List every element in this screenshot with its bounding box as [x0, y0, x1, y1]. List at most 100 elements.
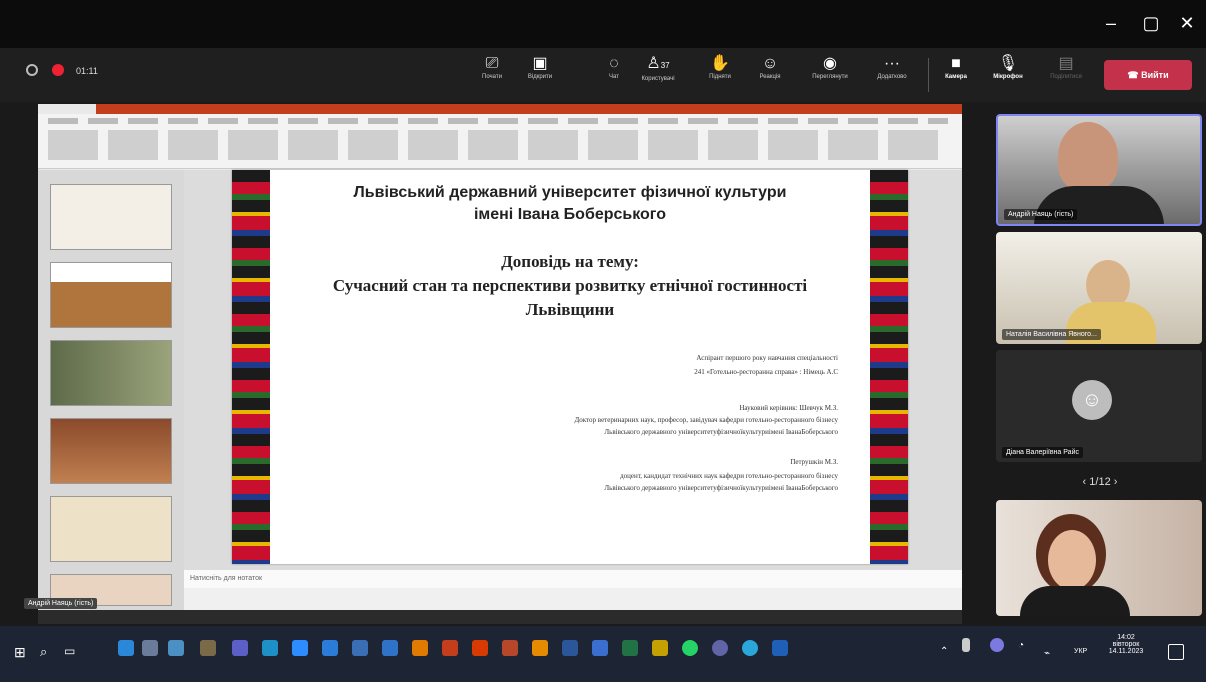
whatsapp-taskbar-icon[interactable] — [682, 640, 698, 656]
avatar: ☺ — [1072, 380, 1112, 420]
close-icon[interactable]: ✕ — [1174, 10, 1200, 36]
notifications-icon[interactable] — [1168, 644, 1184, 660]
task-view-icon[interactable]: ▭ — [64, 644, 75, 658]
taskbar-app-icon[interactable] — [262, 640, 278, 656]
taskbar-app-icon[interactable] — [352, 640, 368, 656]
share-screen-icon: ⎚ — [485, 55, 499, 72]
chevron-right-icon[interactable]: › — [1111, 476, 1118, 488]
slide-thumbnail[interactable] — [50, 496, 172, 562]
taskbar-app-icon[interactable] — [412, 640, 428, 656]
participant-pager[interactable]: ‹ 1/12 › — [1040, 476, 1160, 492]
meeting-toolbar: 01:11 ⎚ Почати ▣ Відкрити ◌ Чат ♙37 Користув… — [0, 48, 1206, 102]
rooms-icon: ◉ — [823, 55, 837, 72]
ribbon-tabs[interactable] — [48, 118, 948, 124]
participant-tile[interactable]: Наталія Василівна Явного... — [996, 232, 1202, 344]
reviewer-line2: доцент, кандидат технічних наук кафедри … — [620, 472, 838, 480]
network-icon[interactable]: ⌁ — [1044, 648, 1050, 659]
taskbar-app-icon[interactable] — [168, 640, 184, 656]
language-indicator[interactable]: УКР — [1074, 648, 1087, 655]
status-circle-icon — [26, 64, 38, 76]
excel-taskbar-icon[interactable] — [622, 640, 638, 656]
taskbar-app-icon[interactable] — [142, 640, 158, 656]
topic-line2: Львівщини — [525, 300, 615, 319]
embroidery-border-right — [870, 170, 908, 564]
maximize-icon[interactable]: ▢ — [1138, 10, 1164, 36]
chrome-taskbar-icon[interactable] — [652, 640, 668, 656]
participant-tile[interactable]: ☺ Діана Валеріївна Райс — [996, 350, 1202, 462]
mic-tray-icon[interactable] — [962, 638, 970, 652]
recording-icon — [52, 64, 64, 76]
topic-line1: Сучасний стан та перспективи розвитку ет… — [332, 276, 808, 295]
people-count: 37 — [660, 61, 670, 70]
notes-pane[interactable]: Натисніть для нотаток — [184, 570, 962, 588]
reviewer-line1: Петрушкін М.З. — [790, 458, 838, 466]
participant-video-body — [1034, 186, 1164, 224]
participant-name: Андрій Наяць (гість) — [1004, 209, 1078, 220]
mic-button[interactable]: 🎙 Мікрофон — [986, 54, 1030, 96]
supervisor-line1: Науковий керівник: Шевчук М.З. — [739, 404, 838, 412]
shared-screen-taskbar — [38, 610, 962, 624]
teams-taskbar-icon[interactable] — [232, 640, 248, 656]
share-button[interactable]: ▤ Поділитися — [1044, 54, 1088, 96]
wifi-icon[interactable]: ◔ — [1018, 640, 1024, 651]
more-button[interactable]: ··· Додатково — [870, 54, 914, 96]
open-button[interactable]: ▣ Відкрити — [518, 54, 562, 96]
share-screen-button[interactable]: ⎚ Почати — [470, 54, 514, 96]
chat-icon: ◌ — [609, 55, 619, 72]
ppt-ribbon — [38, 114, 962, 169]
viber-taskbar-icon[interactable] — [712, 640, 728, 656]
powerpoint-taskbar-icon[interactable] — [442, 640, 458, 656]
university-line1: Львівський державний університет фізично… — [353, 184, 787, 201]
participant-tile[interactable] — [996, 500, 1202, 616]
more-icon: ··· — [884, 55, 900, 72]
camera-icon: ■ — [951, 55, 961, 72]
taskbar-app-icon[interactable] — [118, 640, 134, 656]
current-slide: Львівський державний університет фізично… — [232, 170, 908, 564]
taskbar-app-icon[interactable] — [322, 640, 338, 656]
taskbar-app-icon[interactable] — [382, 640, 398, 656]
leave-button[interactable]: ☎ Вийти — [1104, 60, 1192, 90]
minimize-icon[interactable]: – — [1098, 10, 1124, 36]
participant-video-body — [1020, 586, 1130, 616]
report-label: Доповідь на тему: — [501, 252, 639, 271]
participant-tile[interactable]: Андрій Наяць (гість) — [996, 114, 1202, 226]
windows-start-icon[interactable]: ⊞ — [14, 644, 26, 661]
slide-thumbnail[interactable] — [50, 418, 172, 484]
ppt-statusbar — [184, 588, 962, 610]
taskbar-app-icon[interactable] — [472, 640, 488, 656]
taskbar-app-icon[interactable] — [772, 640, 788, 656]
search-icon[interactable]: ⌕ — [40, 644, 47, 660]
taskbar-app-icon[interactable] — [532, 640, 548, 656]
share-icon: ▤ — [1058, 55, 1074, 72]
word-taskbar-icon[interactable] — [562, 640, 578, 656]
camera-button[interactable]: ■ Камера — [934, 54, 978, 96]
tray-chevron-icon[interactable]: ⌃ — [940, 646, 948, 657]
participant-face — [1048, 530, 1096, 590]
taskbar-app-icon[interactable] — [200, 640, 216, 656]
raise-hand-icon: ✋ — [710, 55, 730, 72]
clock-time: 14:02 — [1117, 634, 1135, 641]
participant-video — [1058, 122, 1118, 192]
user-icon: ☺ — [1081, 389, 1103, 411]
teams-tray-icon[interactable] — [990, 638, 1004, 652]
windows-taskbar: ⊞ ⌕ ▭ ⌃ ◔ ⌁ — [0, 626, 1206, 682]
slide-thumbnail[interactable] — [50, 340, 172, 406]
supervisor-line3: Львівського державного університетуфізич… — [604, 428, 838, 436]
raise-hand-button[interactable]: ✋ Підняти — [698, 54, 742, 96]
participant-name: Наталія Василівна Явного... — [1002, 329, 1101, 340]
reactions-button[interactable]: ☺ Реакція — [748, 54, 792, 96]
slide-thumbnail[interactable] — [50, 184, 172, 250]
taskbar-app-icon[interactable] — [742, 640, 758, 656]
document-icon: ▣ — [532, 55, 548, 72]
taskbar-app-icon[interactable] — [502, 640, 518, 656]
system-clock[interactable]: 14:02 вівторок 14.11.2023 — [1096, 634, 1156, 674]
people-button[interactable]: ♙37 Користувачі — [636, 54, 680, 96]
rooms-button[interactable]: ◉ Переглянути — [808, 54, 852, 96]
author-line2: 241 «Готельно-ресторанна справа» : Німец… — [694, 368, 838, 376]
zoom-taskbar-icon[interactable] — [292, 640, 308, 656]
taskbar-app-icon[interactable] — [592, 640, 608, 656]
meeting-timer: 01:11 — [76, 66, 98, 76]
ribbon-commands[interactable] — [48, 130, 948, 160]
slide-thumbnail[interactable] — [50, 262, 172, 328]
chat-button[interactable]: ◌ Чат — [592, 54, 636, 96]
